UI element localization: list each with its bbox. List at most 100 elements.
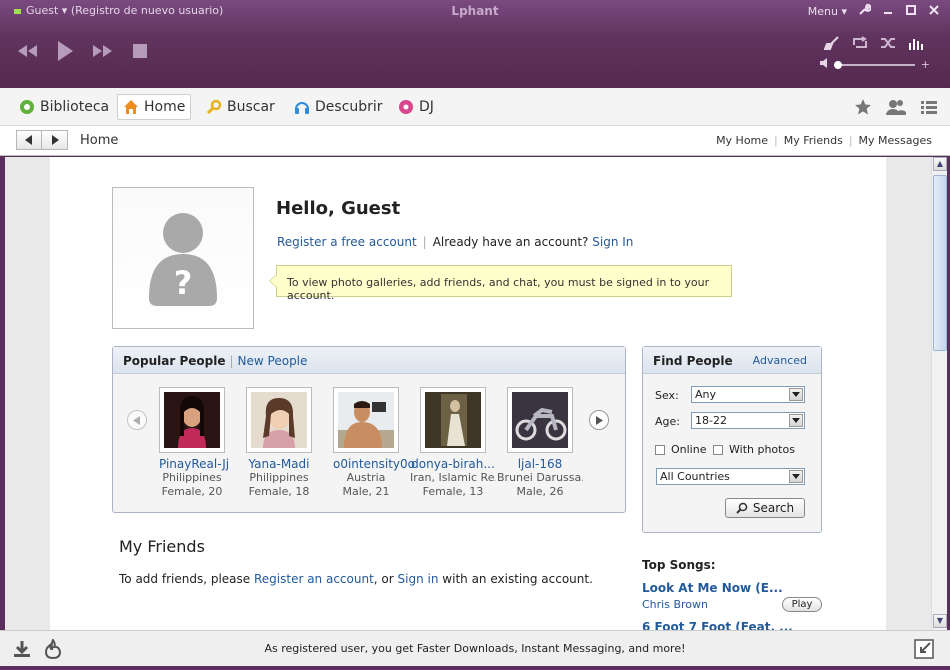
- play-button[interactable]: Play: [782, 597, 822, 612]
- tab-new-people[interactable]: New People: [238, 354, 308, 368]
- chevron-down-icon[interactable]: [789, 414, 803, 427]
- person-photo[interactable]: [246, 387, 312, 453]
- tab-biblioteca[interactable]: Biblioteca: [14, 94, 114, 120]
- next-people-button[interactable]: [589, 410, 609, 430]
- person-photo[interactable]: [420, 387, 486, 453]
- person-country: Brunei Darussa...: [497, 471, 583, 484]
- rewind-icon[interactable]: [16, 43, 38, 59]
- resize-corner-icon[interactable]: [914, 639, 934, 662]
- stop-icon[interactable]: [132, 43, 148, 59]
- status-message: As registered user, you get Faster Downl…: [264, 642, 686, 655]
- list-item[interactable]: Yana-Madi Philippines Female, 18: [246, 387, 312, 499]
- tab-label: Biblioteca: [40, 99, 110, 115]
- person-photo[interactable]: [159, 387, 225, 453]
- chevron-down-icon[interactable]: [789, 470, 803, 483]
- register-line: Register a free account | Already have an …: [277, 235, 633, 249]
- separator: |: [422, 235, 427, 249]
- person-info: Female, 20: [161, 485, 223, 498]
- triangle-right-icon: [596, 415, 603, 425]
- fast-forward-icon[interactable]: [92, 43, 114, 59]
- person-photo[interactable]: [333, 387, 399, 453]
- play-icon[interactable]: [56, 40, 74, 62]
- tab-home[interactable]: Home: [117, 94, 192, 120]
- wrench-icon[interactable]: [858, 3, 872, 19]
- link-my-home[interactable]: My Home: [716, 134, 768, 147]
- friends-signin-link[interactable]: Sign in: [398, 572, 439, 586]
- person-name[interactable]: PinayReal-Jj: [159, 457, 229, 471]
- advanced-search-link[interactable]: Advanced: [753, 354, 807, 367]
- register-link[interactable]: Register a free account: [277, 235, 417, 249]
- tab-popular-people[interactable]: Popular People: [123, 354, 226, 368]
- tab-label: Descubrir: [315, 99, 383, 115]
- volume-icon[interactable]: [819, 57, 831, 72]
- find-people-header: Find People Advanced: [643, 347, 821, 374]
- top-songs: Top Songs: Look At Me Now (E... Chris Br…: [642, 558, 822, 630]
- person-photo-image: [338, 392, 394, 448]
- scroll-thumb[interactable]: [933, 175, 947, 351]
- song-title[interactable]: 6 Foot 7 Foot (Feat. ...: [642, 620, 822, 630]
- repeat-icon[interactable]: [852, 36, 868, 53]
- tab-descubrir[interactable]: Descubrir: [289, 94, 388, 120]
- list-view-icon[interactable]: [920, 98, 938, 119]
- scroll-up-button[interactable]: ▲: [933, 157, 947, 171]
- triangle-right-icon: [51, 135, 59, 145]
- prev-people-button[interactable]: [127, 410, 147, 430]
- online-label: Online: [671, 443, 707, 456]
- chevron-down-icon[interactable]: [789, 388, 803, 401]
- list-item[interactable]: PinayReal-Jj Philippines Female, 20: [159, 387, 229, 499]
- person-name[interactable]: ljal-168: [497, 457, 583, 471]
- checkbox-icon[interactable]: [655, 445, 665, 455]
- forward-button[interactable]: [42, 130, 68, 150]
- person-country: Iran, Islamic Re...: [410, 471, 496, 484]
- song-title[interactable]: Look At Me Now (E...: [642, 581, 822, 595]
- list-item[interactable]: donya-birah... Iran, Islamic Re... Femal…: [410, 387, 496, 499]
- person-photo-image: [425, 392, 481, 448]
- menu-button[interactable]: Menu ▾: [808, 5, 847, 18]
- country-select[interactable]: All Countries: [656, 468, 805, 485]
- breadcrumb: Home My Home | My Friends | My Messages: [0, 126, 950, 156]
- back-button[interactable]: [16, 130, 42, 150]
- minimize-icon[interactable]: [882, 5, 894, 17]
- shuffle-icon[interactable]: [880, 36, 896, 53]
- signin-link[interactable]: Sign In: [592, 235, 633, 249]
- online-checkbox[interactable]: Online: [655, 443, 706, 456]
- person-info: Male, 26: [516, 485, 564, 498]
- star-icon[interactable]: [854, 98, 872, 119]
- broom-icon[interactable]: [823, 36, 840, 53]
- vertical-scrollbar[interactable]: ▲ ▼: [931, 157, 947, 630]
- equalizer-icon[interactable]: [908, 36, 924, 53]
- checkbox-icon[interactable]: [713, 445, 723, 455]
- age-value: 18-22: [695, 414, 727, 427]
- maximize-icon[interactable]: [905, 5, 917, 17]
- volume-slider[interactable]: [833, 60, 915, 69]
- svg-text:?: ?: [174, 264, 193, 302]
- person-country: Philippines: [162, 471, 222, 484]
- dj-icon: [398, 99, 414, 115]
- friends-text-mid: , or: [373, 572, 394, 586]
- register-account-link[interactable]: Register an account: [254, 572, 374, 586]
- sex-select[interactable]: Any: [691, 386, 805, 403]
- link-my-friends[interactable]: My Friends: [784, 134, 843, 147]
- person-photo[interactable]: [507, 387, 573, 453]
- tab-dj[interactable]: DJ: [393, 94, 439, 120]
- search-icon: [206, 99, 222, 115]
- friends-icon[interactable]: [886, 98, 906, 119]
- volume-plus-icon: +: [920, 58, 930, 71]
- close-icon[interactable]: [928, 5, 940, 17]
- person-country: Austria: [346, 471, 386, 484]
- scroll-down-button[interactable]: ▼: [933, 614, 947, 628]
- person-country: Philippines: [249, 471, 309, 484]
- tab-buscar[interactable]: Buscar: [201, 94, 280, 120]
- list-item[interactable]: ljal-168 Brunei Darussa... Male, 26: [497, 387, 583, 499]
- volume-knob[interactable]: [833, 60, 842, 69]
- age-select[interactable]: 18-22: [691, 412, 805, 429]
- person-name[interactable]: o0intensity0o: [333, 457, 415, 471]
- person-name[interactable]: Yana-Madi: [246, 457, 312, 471]
- search-button[interactable]: Search: [725, 498, 805, 518]
- link-my-messages[interactable]: My Messages: [859, 134, 932, 147]
- person-name[interactable]: donya-birah...: [410, 457, 496, 471]
- list-item[interactable]: o0intensity0o Austria Male, 21: [333, 387, 415, 499]
- sex-label: Sex:: [655, 389, 679, 402]
- search-icon: [736, 502, 748, 514]
- with-photos-checkbox[interactable]: With photos: [713, 443, 795, 456]
